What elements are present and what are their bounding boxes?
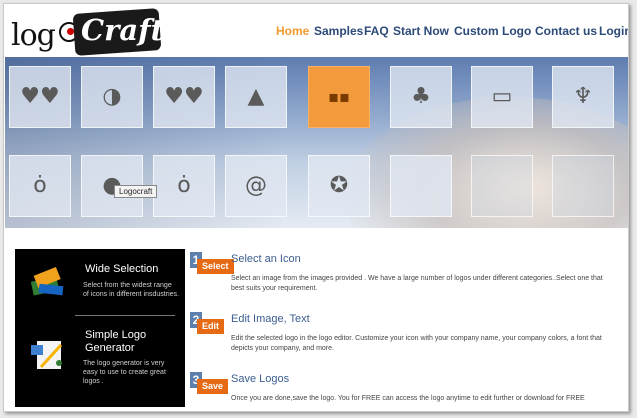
feature-title: Wide Selection [85,263,159,275]
hearts-icon: ♥♥ [164,84,204,109]
books-icon [30,266,64,296]
tooltip: Logocraft [114,185,158,198]
star-circle-icon: ✪ [329,173,349,198]
icon-tile[interactable] [390,155,452,217]
step-title: Select an Icon [231,253,301,265]
feature-desc: Select from the widest range of icons in… [83,282,179,298]
icon-tile[interactable] [471,155,533,217]
nav-start-now[interactable]: Start Now [393,24,449,38]
icon-tile[interactable] [552,155,614,217]
nav-custom-logo[interactable]: Custom Logo [454,24,531,38]
icon-tile[interactable]: ✪ [308,155,370,217]
icon-tile[interactable]: ♥♥ [153,66,215,128]
paper-pencil-icon [31,341,63,369]
triangle-icon: ▲ [247,84,265,109]
step-desc: Select an image from the images provided… [231,275,603,292]
step-title: Save Logos [231,373,290,385]
nav-samples[interactable]: Samples [314,24,363,38]
apple-icon: ȯ [33,173,47,198]
step-desc: Once you are done,save the logo. You for… [231,395,585,402]
apple-icon: ȯ [177,173,191,198]
icon-banner: ♥♥ ◑ ♥♥ ▲ ▪▪ ♣ ▭ ♆ Logocraft ȯ ● ȯ @ ✪ [5,57,628,228]
sprout-icon: ♆ [573,84,593,109]
step-badge: Edit [197,319,224,334]
main-nav: Home Samples FAQ Start Now Custom Logo C… [4,24,628,42]
nav-contact-us[interactable]: Contact us [535,24,597,38]
step-badge: Save [197,379,229,394]
icon-tile[interactable]: ȯ [153,155,215,217]
nav-login[interactable]: Login [599,24,628,38]
icon-tile[interactable]: @ [225,155,287,217]
squares-icon: ▪▪ [328,87,350,106]
features-panel: Wide Selection Select from the widest ra… [15,249,185,407]
icon-tile[interactable]: ȯ [9,155,71,217]
icon-tile-selected[interactable]: ▪▪ [308,66,370,128]
step-title: Edit Image, Text [231,313,310,325]
swirl-icon: @ [245,173,267,198]
abstract-figure-icon: ◑ [102,84,122,109]
icon-tile[interactable]: ♥♥ [9,66,71,128]
icon-tile[interactable]: ♆ [552,66,614,128]
feature-title: Simple Logo Generator [85,329,147,354]
step-desc: Edit the selected logo in the logo edito… [231,335,602,352]
icon-tile[interactable]: ▲ [225,66,287,128]
feature-desc: The logo generator is very easy to use t… [83,360,166,385]
browser-page: log Craft Home Samples FAQ Start Now Cus… [3,3,629,412]
hearts-icon: ♥♥ [20,84,60,109]
icon-tile[interactable]: ♣ [390,66,452,128]
step-badge: Select [197,259,234,274]
icon-tile[interactable]: ◑ [81,66,143,128]
divider [75,315,175,316]
leaf-icon: ♣ [411,84,431,109]
computer-icon: ▭ [491,84,513,109]
nav-faq[interactable]: FAQ [364,24,389,38]
nav-home[interactable]: Home [276,24,309,38]
icon-tile[interactable]: ▭ [471,66,533,128]
